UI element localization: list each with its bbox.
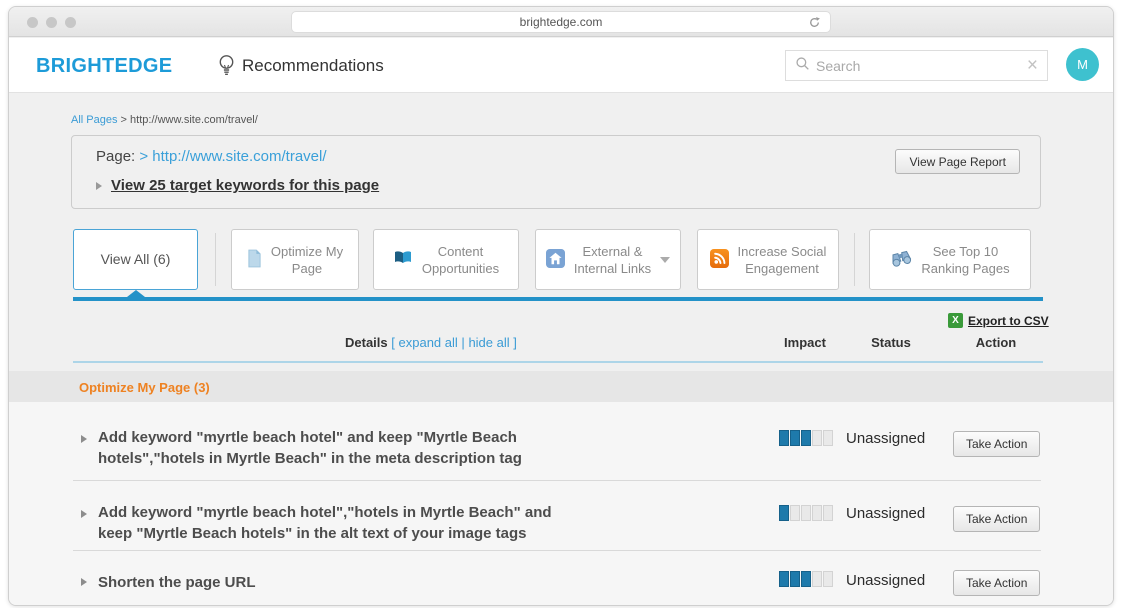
page-title: Recommendations	[242, 56, 384, 76]
impact-meter	[779, 571, 833, 587]
address-bar-url[interactable]: brightedge.com	[520, 15, 603, 29]
view-page-report-button[interactable]: View Page Report	[895, 149, 1020, 174]
table-row: Add keyword "myrtle beach hotel" and kee…	[9, 402, 1113, 481]
book-icon	[393, 250, 413, 269]
search-icon	[795, 56, 810, 76]
breadcrumb-separator: >	[121, 114, 127, 126]
close-icon[interactable]: ×	[1027, 56, 1038, 75]
breadcrumb-all-pages-link[interactable]: All Pages	[71, 114, 117, 126]
search-box[interactable]: ×	[785, 50, 1048, 81]
expand-all-link[interactable]: expand all	[399, 335, 458, 350]
page-info-panel: Page: > http://www.site.com/travel/ View…	[71, 135, 1041, 209]
screenshot-stage: brightedge.com BRIGHTEDGE Recommendation…	[0, 0, 1124, 608]
tab-see-top-10-ranking-pages[interactable]: See Top 10 Ranking Pages	[869, 229, 1031, 290]
page-label: Page:	[96, 148, 135, 165]
view-keywords-link[interactable]: View 25 target keywords for this page	[111, 177, 379, 194]
tab-view-all[interactable]: View All (6)	[73, 229, 198, 290]
impact-meter	[779, 505, 833, 521]
tab-divider	[854, 233, 855, 286]
take-action-button[interactable]: Take Action	[953, 506, 1040, 532]
status-column-header: Status	[861, 335, 921, 350]
section-header: Optimize My Page (3)	[9, 371, 1113, 402]
take-action-button[interactable]: Take Action	[953, 431, 1040, 457]
app-header: BRIGHTEDGE Recommendations × M	[9, 38, 1113, 93]
window-controls[interactable]	[27, 17, 76, 28]
brightedge-logo[interactable]: BRIGHTEDGE	[36, 55, 172, 78]
refresh-icon[interactable]	[808, 16, 821, 32]
action-column-header: Action	[966, 335, 1026, 350]
browser-titlebar: brightedge.com	[9, 7, 1113, 37]
status-value: Unassigned	[846, 572, 925, 589]
tabs-accent-bar	[73, 297, 1043, 301]
binoculars-icon	[890, 249, 912, 270]
search-input[interactable]	[816, 58, 1021, 74]
tab-content-opportunities[interactable]: Content Opportunities	[373, 229, 519, 290]
rss-icon	[710, 249, 729, 271]
tab-external-internal-links[interactable]: External & Internal Links	[535, 229, 681, 290]
chevron-down-icon[interactable]	[660, 257, 670, 263]
impact-meter	[779, 430, 833, 446]
tab-divider	[215, 233, 216, 286]
hide-all-link[interactable]: hide all	[468, 335, 509, 350]
recommendation-text: Shorten the page URL	[98, 572, 688, 593]
recommendation-text: Add keyword "myrtle beach hotel","hotels…	[98, 502, 688, 544]
details-column-header: Details [ expand all | hide all ]	[345, 335, 517, 350]
tab-increase-social-engagement[interactable]: Increase Social Engagement	[697, 229, 839, 290]
section-title: Optimize My Page (3)	[79, 380, 210, 395]
expand-arrow-icon[interactable]	[81, 578, 87, 586]
window-minimize-icon[interactable]	[46, 17, 57, 28]
home-icon	[546, 249, 565, 271]
avatar[interactable]: M	[1066, 48, 1099, 81]
breadcrumb: All Pages > http://www.site.com/travel/	[71, 114, 258, 126]
recommendation-text: Add keyword "myrtle beach hotel" and kee…	[98, 427, 688, 469]
table-header-divider	[73, 361, 1043, 363]
impact-column-header: Impact	[775, 335, 835, 350]
status-value: Unassigned	[846, 505, 925, 522]
excel-icon: X	[948, 313, 963, 328]
breadcrumb-current: http://www.site.com/travel/	[130, 114, 258, 126]
export-to-csv-link[interactable]: X Export to CSV	[948, 313, 1049, 328]
window-close-icon[interactable]	[27, 17, 38, 28]
address-bar[interactable]: brightedge.com	[291, 11, 831, 33]
take-action-button[interactable]: Take Action	[953, 570, 1040, 596]
tab-optimize-my-page[interactable]: Optimize My Page	[231, 229, 359, 290]
active-tab-pointer-icon	[127, 290, 145, 297]
status-value: Unassigned	[846, 430, 925, 447]
expand-arrow-icon[interactable]	[96, 182, 102, 190]
page-url-link[interactable]: > http://www.site.com/travel/	[139, 148, 326, 165]
document-icon	[247, 249, 262, 271]
table-row: Shorten the page URL Unassigned Take Act…	[9, 551, 1113, 606]
lightbulb-icon	[216, 53, 237, 82]
table-row: Add keyword "myrtle beach hotel","hotels…	[9, 481, 1113, 551]
expand-arrow-icon[interactable]	[81, 435, 87, 443]
expand-arrow-icon[interactable]	[81, 510, 87, 518]
window-zoom-icon[interactable]	[65, 17, 76, 28]
browser-window: brightedge.com BRIGHTEDGE Recommendation…	[8, 6, 1114, 606]
